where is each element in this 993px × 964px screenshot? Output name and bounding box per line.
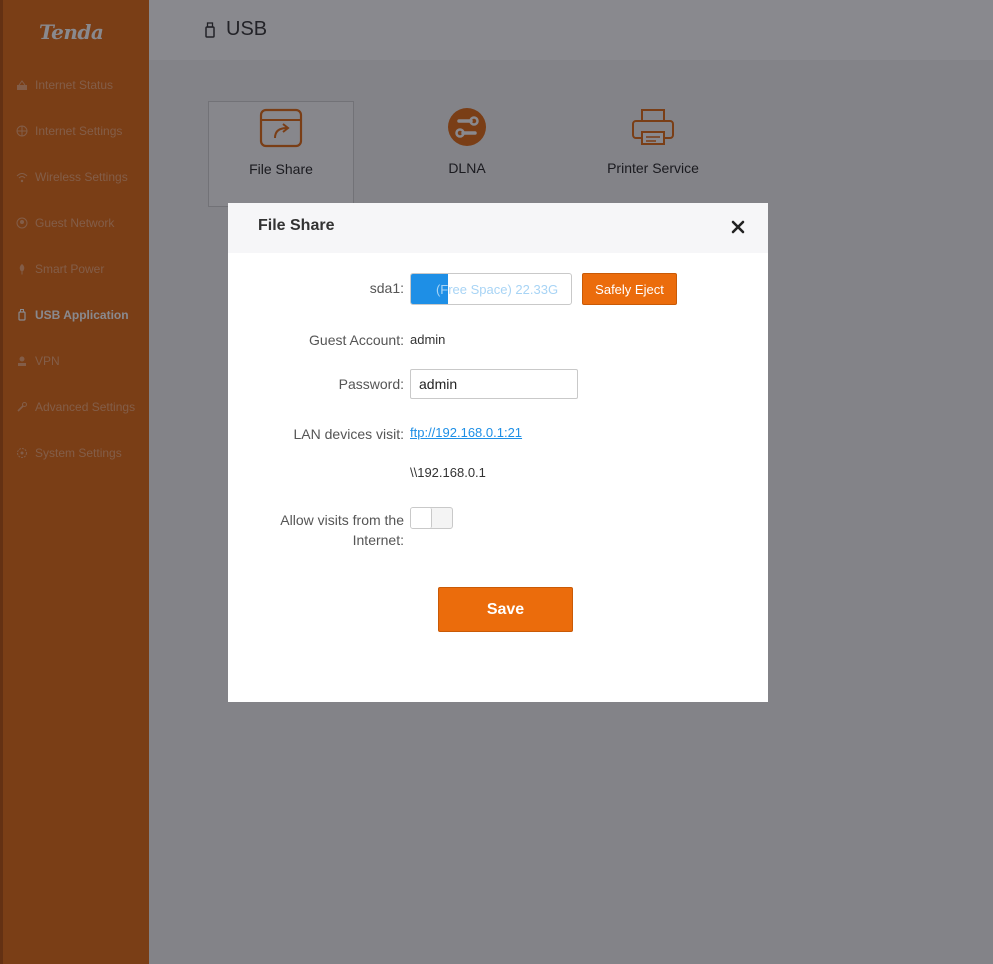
guest-account-label: Guest Account: bbox=[309, 332, 404, 348]
save-button[interactable]: Save bbox=[438, 587, 573, 632]
toggle-knob bbox=[411, 508, 432, 528]
storage-usage-bar: (Free Space) 22.33G bbox=[410, 273, 572, 305]
storage-free-text: (Free Space) 22.33G bbox=[435, 282, 559, 297]
password-label: Password: bbox=[338, 376, 404, 392]
password-input[interactable] bbox=[410, 369, 578, 399]
lan-devices-label: LAN devices visit: bbox=[293, 426, 404, 442]
smb-path: \\192.168.0.1 bbox=[410, 465, 486, 480]
dialog-title: File Share bbox=[258, 217, 335, 234]
sda-label: sda1: bbox=[369, 280, 404, 296]
ftp-link[interactable]: ftp://192.168.0.1:21 bbox=[410, 425, 522, 440]
allow-internet-toggle[interactable] bbox=[410, 507, 453, 529]
guest-account-value: admin bbox=[410, 332, 446, 347]
file-share-dialog: File Share sda1: (Free Space) 22.33G Saf… bbox=[228, 203, 768, 702]
dialog-header: File Share bbox=[228, 203, 768, 253]
safely-eject-button[interactable]: Safely Eject bbox=[582, 273, 677, 305]
allow-internet-label-line2: Internet: bbox=[352, 532, 404, 548]
allow-internet-label-line1: Allow visits from the bbox=[280, 512, 404, 528]
close-icon[interactable] bbox=[728, 217, 748, 237]
allow-internet-label: Allow visits from the Internet: bbox=[280, 510, 404, 550]
